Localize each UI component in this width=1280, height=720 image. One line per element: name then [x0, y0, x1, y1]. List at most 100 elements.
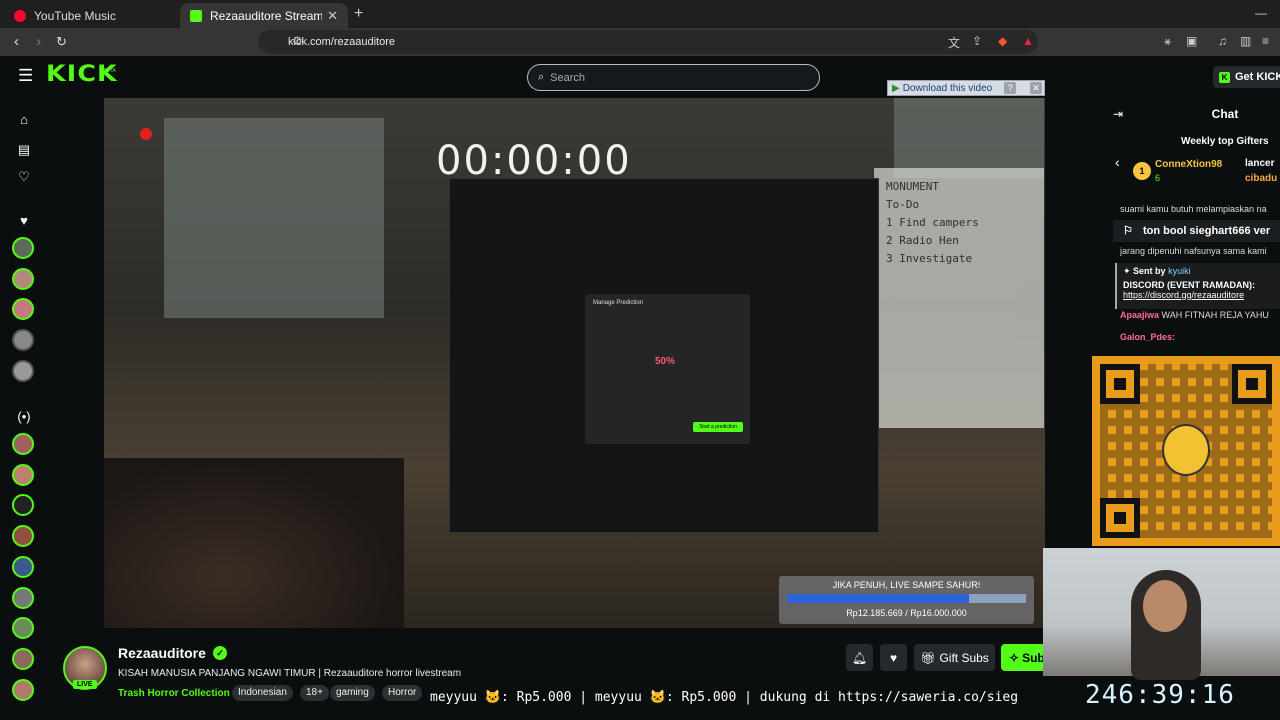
browse-icon[interactable]: ▤	[16, 142, 32, 158]
search-input[interactable]: ⌕ Search	[527, 64, 820, 91]
extensions-icon[interactable]: ⚹	[1164, 34, 1171, 49]
follow-button[interactable]: ♥	[880, 644, 907, 671]
modal-title: Manage Prediction	[593, 300, 644, 306]
recommended-channel-avatar[interactable]	[12, 494, 34, 516]
tab-label: Rezaauditore Stream - Watch	[210, 8, 322, 23]
recommended-icon[interactable]: (•)	[16, 409, 32, 424]
download-video-bar[interactable]: ▶ Download this video ? ✕	[887, 80, 1045, 96]
recommended-channel-avatar[interactable]	[12, 587, 34, 609]
star-icon: ✧	[1009, 650, 1020, 665]
discord-link[interactable]: https://discord.gg/rezaauditore	[1123, 290, 1279, 300]
recommended-channel-avatar[interactable]	[12, 679, 34, 701]
goal-progress-fill	[787, 594, 969, 603]
translate-icon[interactable]: 文	[948, 34, 960, 51]
kick-favicon-icon	[190, 9, 202, 22]
gifter-name[interactable]: cibadu	[1245, 173, 1277, 184]
discord-label: DISCORD (EVENT RAMADAN):	[1123, 280, 1255, 290]
gift-subs-button[interactable]: 🎁︎ Gift Subs	[914, 644, 995, 671]
tab-label: YouTube Music	[34, 8, 116, 23]
recommended-channel-avatar[interactable]	[12, 464, 34, 486]
channel-name[interactable]: Rezaauditore	[118, 645, 206, 661]
tag-18plus[interactable]: 18+	[300, 685, 329, 701]
menu-icon[interactable]: ≡	[1262, 34, 1269, 48]
bell-icon: 🔔︎	[851, 650, 868, 665]
captured-browser-window: Manage Prediction 50% Start a prediction	[449, 178, 879, 533]
media-icon[interactable]: ♫	[1218, 34, 1227, 48]
site-info-icon[interactable]: ⚙	[292, 34, 303, 48]
tab-kick-stream[interactable]: Rezaauditore Stream - Watch ✕	[180, 3, 348, 28]
recommended-channel-avatar[interactable]	[12, 648, 34, 670]
get-kick-button[interactable]: K Get KICK	[1213, 66, 1280, 88]
new-tab-icon[interactable]: +	[354, 5, 363, 23]
followed-channel-avatar[interactable]	[12, 360, 34, 382]
tab-youtube-music[interactable]: YouTube Music	[4, 3, 176, 28]
gift-subs-label: Gift Subs	[939, 650, 989, 665]
category-link[interactable]: Trash Horror Collection	[118, 688, 230, 699]
donation-ticker: meyyuu 🐱: Rp5.000 | meyyuu 🐱: Rp5.000 | …	[430, 690, 1019, 705]
video-player[interactable]: 00:00:00 MONUMENT To-Do 1 Find campers 2…	[104, 98, 1045, 628]
rewards-icon[interactable]: ▲	[1022, 34, 1034, 48]
kick-k-icon: K	[1219, 71, 1230, 83]
left-sidebar: ⌂ ▤ ♡ ♥ (•)	[0, 98, 46, 720]
close-icon[interactable]: ✕	[327, 8, 338, 24]
forward-icon[interactable]: ›	[36, 33, 41, 50]
weekly-gifters-title: Weekly top Gifters	[1181, 136, 1269, 147]
kick-logo[interactable]: KICK	[46, 62, 118, 87]
followed-channel-avatar[interactable]	[12, 329, 34, 351]
pinned-text: ton bool sieghart666 ver	[1143, 225, 1271, 237]
recommended-channel-avatar[interactable]	[12, 433, 34, 455]
subathon-timer: 246:39:16	[1085, 680, 1235, 710]
verified-icon: ✓	[213, 646, 227, 660]
sidebar-toggle-icon[interactable]: ▥	[1240, 34, 1251, 48]
sender-name[interactable]: kyuiki	[1168, 266, 1191, 276]
followed-channel-avatar[interactable]	[12, 268, 34, 290]
stream-title: KISAH MANUSIA PANJANG NGAWI TIMUR | Reza…	[118, 668, 462, 679]
recommended-channel-avatar[interactable]	[12, 617, 34, 639]
subscribe-button[interactable]: ✧ Sub	[1001, 644, 1046, 671]
get-kick-label: Get KICK	[1235, 71, 1280, 83]
url-field[interactable]: kick.com/rezaauditore	[258, 30, 1038, 54]
top-gifter-name[interactable]: ConneXtion98	[1155, 159, 1222, 170]
qr-finder	[1232, 364, 1272, 404]
home-icon[interactable]: ⌂	[16, 112, 32, 127]
heart-icon: ♥	[889, 650, 898, 665]
chat-text: WAH FITNAH REJA YAHU	[1161, 310, 1269, 320]
share-icon[interactable]: ⇪	[972, 34, 982, 48]
pinned-message[interactable]: ⚐ ton bool sieghart666 ver	[1113, 220, 1280, 242]
following-icon[interactable]: ♡	[16, 169, 32, 185]
chevron-left-icon[interactable]: ‹	[1115, 154, 1120, 170]
modal-percent: 50%	[655, 356, 676, 367]
tag-gaming[interactable]: gaming	[330, 685, 375, 701]
search-placeholder: Search	[550, 71, 586, 84]
chat-message: suami kamu butuh melampiaskan na	[1120, 204, 1267, 214]
streamer-webcam-left	[104, 458, 404, 628]
whiteboard-text: MONUMENT To-Do 1 Find campers 2 Radio He…	[886, 180, 979, 265]
followed-channel-avatar[interactable]	[12, 298, 34, 320]
chat-username[interactable]: Apaajiwa	[1120, 310, 1159, 320]
recommended-channel-avatar[interactable]	[12, 525, 34, 547]
pin-icon: ⚐	[1123, 225, 1133, 237]
notification-button[interactable]: 🔔︎	[846, 644, 873, 671]
gifter-name[interactable]: lancer	[1245, 158, 1274, 169]
browser-tab-bar: YouTube Music Rezaauditore Stream - Watc…	[0, 0, 1280, 28]
wallet-icon[interactable]: ▣	[1186, 34, 1197, 48]
brave-shield-icon[interactable]: ◆	[998, 34, 1007, 48]
qr-finder	[1100, 364, 1140, 404]
chat-title: Chat	[1211, 107, 1239, 121]
followed-channel-avatar[interactable]	[12, 237, 34, 259]
minimize-icon[interactable]: —	[1255, 6, 1267, 20]
streamer-face	[1143, 580, 1187, 632]
favorites-heart-icon[interactable]: ♥	[16, 213, 32, 228]
tag-indonesian[interactable]: Indonesian	[232, 685, 293, 701]
hamburger-menu-icon[interactable]: ☰	[18, 66, 33, 86]
beta-label: BETA	[103, 68, 116, 74]
reload-icon[interactable]: ↻	[56, 34, 67, 50]
download-label: Download this video	[902, 82, 993, 94]
help-icon[interactable]: ?	[1004, 82, 1017, 94]
recommended-channel-avatar[interactable]	[12, 556, 34, 578]
address-bar: ‹ › ↻ ▯ kick.com/rezaauditore ⚙ 文 ⇪ ◆ ▲ …	[0, 28, 1280, 56]
back-icon[interactable]: ‹	[14, 33, 19, 50]
close-icon[interactable]: ✕	[1029, 82, 1042, 94]
chat-username[interactable]: Galon_Pdes:	[1120, 332, 1175, 342]
tag-horror[interactable]: Horror	[382, 685, 423, 701]
